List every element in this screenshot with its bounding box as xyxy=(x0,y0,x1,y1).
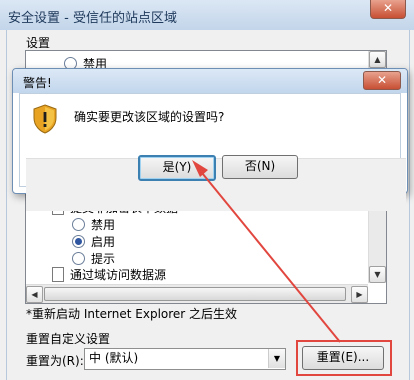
annotation-arrow xyxy=(192,160,341,343)
